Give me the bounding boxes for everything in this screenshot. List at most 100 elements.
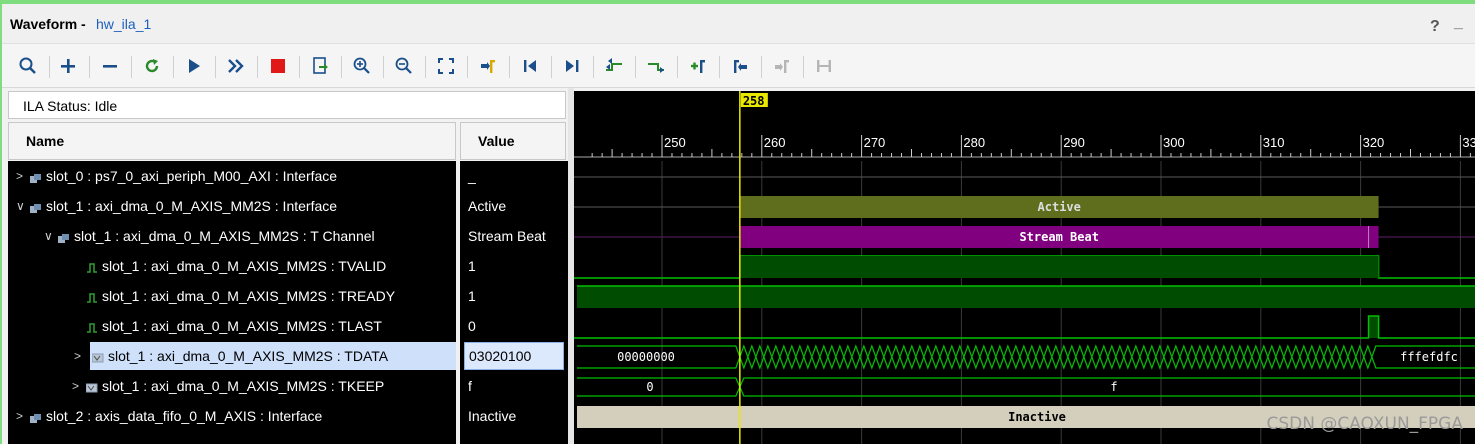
minimize-button[interactable]: _ (1454, 14, 1463, 32)
toolbar-separator (467, 56, 468, 78)
stop-button[interactable] (264, 53, 292, 79)
tdata-transition (771, 344, 781, 358)
tdata-transition (1003, 356, 1013, 370)
waveform-canvas[interactable]: 250 260 270 280 290 300 310 320 330 Active Stream … (574, 91, 1475, 444)
tdata-transition (1283, 356, 1293, 370)
previous-marker-button[interactable] (726, 53, 754, 79)
signal-value[interactable]: f (464, 372, 564, 400)
signal-row-name[interactable]: > slot_1 : axi_dma_0_M_AXIS_MM2S : TDATA (74, 342, 456, 370)
zoom-in-icon (352, 56, 372, 76)
tdata-transition (867, 356, 877, 370)
tdata-transition (811, 344, 821, 358)
tdata-transition (1299, 356, 1309, 370)
toolbar-separator (299, 56, 300, 78)
add-marker-button[interactable] (684, 53, 712, 79)
go-to-cursor-button[interactable] (474, 53, 502, 79)
run-trigger-button[interactable] (180, 53, 208, 79)
signal-row-name[interactable]: slot_1 : axi_dma_0_M_AXIS_MM2S : TLAST (72, 312, 382, 340)
interface-icon (30, 411, 42, 423)
signal-value[interactable]: 03020100 (464, 342, 564, 370)
tdata-transition (1339, 356, 1349, 370)
signal-value[interactable]: Active (464, 192, 564, 220)
tdata-transition (1355, 344, 1365, 358)
bit-icon (86, 261, 98, 273)
remove-button[interactable] (96, 53, 124, 79)
signal-row-name[interactable]: ∨ slot_1 : axi_dma_0_M_AXIS_MM2S : Interf… (16, 192, 337, 220)
signal-value[interactable]: _ (464, 162, 564, 190)
tdata-transition (1099, 344, 1109, 358)
signal-row-name[interactable]: slot_1 : axi_dma_0_M_AXIS_MM2S : TVALID (72, 252, 386, 280)
toolbar-separator (173, 56, 174, 78)
toolbar-separator (719, 56, 720, 78)
tdata-transition (963, 356, 973, 370)
expand-chevron-icon[interactable]: > (16, 169, 28, 183)
tdata-transition (859, 356, 869, 370)
tdata-transition (883, 356, 893, 370)
collapse-chevron-icon[interactable]: ∨ (16, 199, 28, 213)
zoom-in-button[interactable] (348, 53, 376, 79)
tdata-transition (971, 344, 981, 358)
tdata-transition (1347, 356, 1357, 370)
tdata-transition (835, 344, 845, 358)
tdata-transition (1187, 356, 1197, 370)
signal-value[interactable]: 0 (464, 312, 564, 340)
signal-value[interactable]: 1 (464, 282, 564, 310)
tdata-transition (1163, 344, 1173, 358)
go-to-last-time-button[interactable] (558, 53, 586, 79)
column-splitter[interactable] (456, 161, 460, 444)
search-button[interactable] (14, 53, 42, 79)
tdata-transition (955, 344, 965, 358)
title-bar: Waveform - hw_ila_1 ? _ (2, 4, 1475, 44)
tdata-transition (883, 344, 893, 358)
next-transition-button[interactable] (642, 53, 670, 79)
run-immediate-button[interactable] (222, 53, 250, 79)
tdata-transition (1163, 356, 1173, 370)
export-button[interactable] (306, 53, 334, 79)
tdata-transition (739, 344, 749, 358)
value-column-header[interactable]: Value (460, 122, 566, 160)
signal-value[interactable]: Stream Beat (464, 222, 564, 250)
signal-name: slot_1 : axi_dma_0_M_AXIS_MM2S : TKEEP (102, 378, 385, 394)
zoom-add-button[interactable] (54, 53, 82, 79)
tdata-transition (1139, 356, 1149, 370)
tdata-transition (1131, 344, 1141, 358)
expand-chevron-icon[interactable]: > (72, 379, 84, 393)
go-to-time-zero-button[interactable] (516, 53, 544, 79)
waveform-pane[interactable]: 250 260 270 280 290 300 310 320 330 Active Stream … (574, 91, 1475, 444)
zoom-out-button[interactable] (390, 53, 418, 79)
ruler-tick-label: 330 (1462, 135, 1475, 150)
signal-row-name[interactable]: > slot_0 : ps7_0_axi_periph_M00_AXI : Int… (16, 162, 337, 190)
previous-marker-icon (730, 56, 750, 76)
signal-name: slot_2 : axis_data_fifo_0_M_AXIS : Inter… (46, 408, 323, 424)
signal-value[interactable]: Inactive (464, 402, 564, 430)
signal-row-name[interactable]: > slot_2 : axis_data_fifo_0_M_AXIS : Inte… (16, 402, 322, 430)
signal-row-name[interactable]: > slot_1 : axi_dma_0_M_AXIS_MM2S : TKEEP (72, 372, 384, 400)
zoom-fit-button[interactable] (432, 53, 460, 79)
tdata-transition (1051, 356, 1061, 370)
name-column-header[interactable]: Name (8, 122, 456, 160)
tdata-transition (1211, 344, 1221, 358)
tdata-transition (1291, 344, 1301, 358)
tdata-transition (763, 344, 773, 358)
signal-row-name[interactable]: ∨ slot_1 : axi_dma_0_M_AXIS_MM2S : T Chan… (44, 222, 375, 250)
tdata-transition (1131, 356, 1141, 370)
expand-chevron-icon[interactable]: > (16, 409, 28, 423)
ruler-tick-label: 280 (963, 135, 985, 150)
tdata-transition (1003, 344, 1013, 358)
toolbar-separator (215, 56, 216, 78)
help-button[interactable]: ? (1430, 18, 1440, 36)
tdata-transition (795, 356, 805, 370)
tdata-transition (1331, 356, 1341, 370)
collapse-chevron-icon[interactable]: ∨ (44, 229, 56, 243)
tdata-transition (939, 344, 949, 358)
bus-icon (91, 351, 104, 363)
refresh-button[interactable] (138, 53, 166, 79)
window-subtitle-link[interactable]: hw_ila_1 (96, 16, 151, 32)
expand-chevron-icon[interactable]: > (74, 349, 86, 363)
signal-row-name[interactable]: slot_1 : axi_dma_0_M_AXIS_MM2S : TREADY (72, 282, 395, 310)
previous-transition-button[interactable] (600, 53, 628, 79)
tdata-transition (995, 356, 1005, 370)
zoom-out-icon (394, 56, 414, 76)
signal-value[interactable]: 1 (464, 252, 564, 280)
run-trigger-icon (184, 56, 204, 76)
